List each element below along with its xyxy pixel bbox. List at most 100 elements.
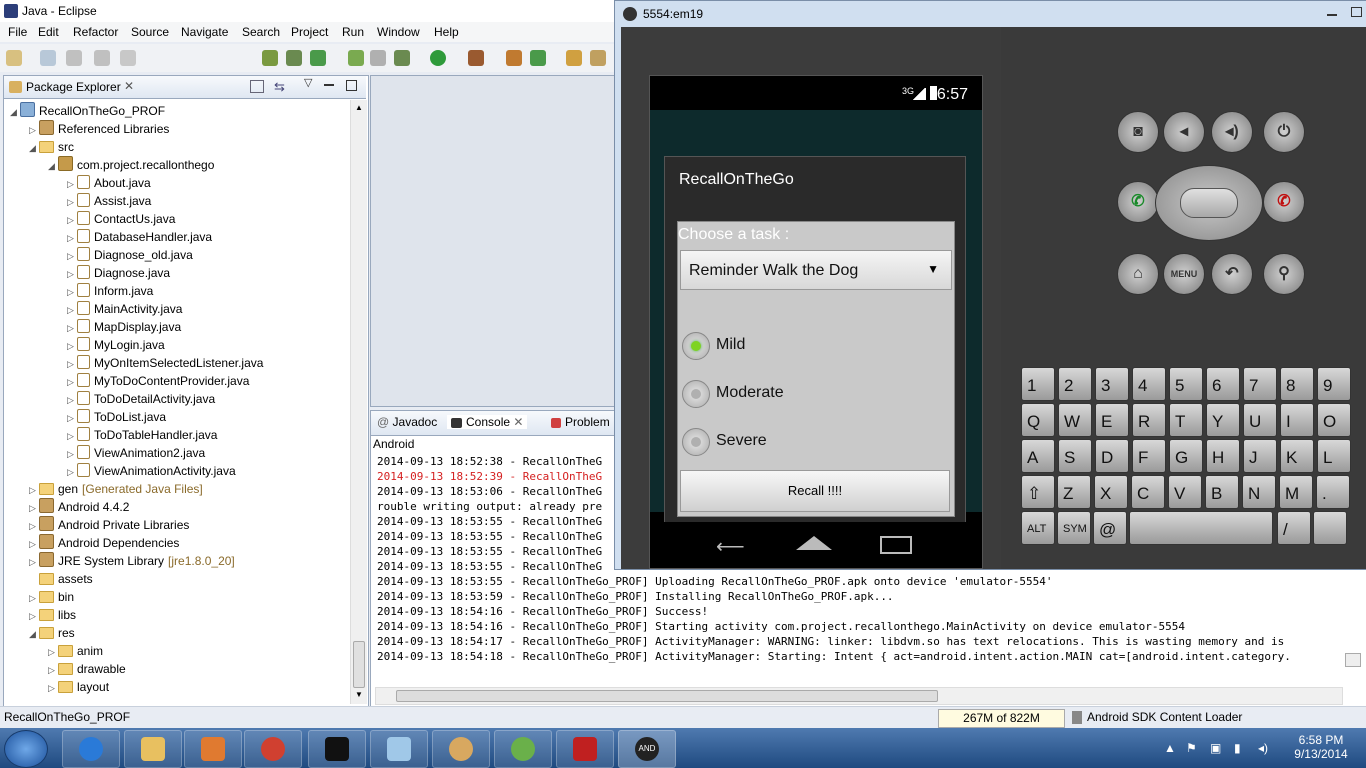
end-call-icon[interactable]: ✆ <box>1263 181 1305 223</box>
tree-twistie-icon[interactable]: ▷ <box>29 553 39 571</box>
task-filezilla[interactable] <box>556 730 614 768</box>
menu-source[interactable]: Source <box>131 25 169 39</box>
tree-item[interactable]: ▷ Android Private Libraries <box>29 516 189 534</box>
key-f[interactable]: F <box>1132 439 1166 473</box>
key-s[interactable]: S <box>1058 439 1092 473</box>
console-hscrollbar[interactable] <box>375 687 1343 705</box>
start-button[interactable] <box>4 730 48 768</box>
tree-twistie-icon[interactable]: ▷ <box>29 589 39 607</box>
tree-twistie-icon[interactable]: ▷ <box>29 607 39 625</box>
view-menu-icon[interactable]: ▽ <box>304 76 312 89</box>
menu-window[interactable]: Window <box>377 25 420 39</box>
tree-item[interactable]: ▷ gen [Generated Java Files] <box>29 480 203 498</box>
key-w[interactable]: W <box>1058 403 1092 437</box>
new-package-icon[interactable] <box>530 50 546 66</box>
back-hw-icon[interactable]: ↶ <box>1211 253 1253 295</box>
link-editor-icon[interactable]: ⇆ <box>274 79 285 95</box>
camera-icon[interactable]: ◙ <box>1117 111 1159 153</box>
dpad[interactable] <box>1155 165 1263 241</box>
heap-status[interactable]: 267M of 822M <box>938 709 1065 728</box>
new-icon[interactable] <box>6 50 22 66</box>
task-paint[interactable] <box>432 730 490 768</box>
tree-twistie-icon[interactable]: ▷ <box>67 319 77 337</box>
tree-item[interactable]: ▷ Diagnose.java <box>67 264 170 282</box>
tree-twistie-icon[interactable]: ▷ <box>29 499 39 517</box>
home-icon[interactable] <box>796 536 832 550</box>
tree-item[interactable]: ◢ RecallOnTheGo_PROF <box>10 102 165 120</box>
tree-scrollbar[interactable] <box>350 100 367 704</box>
key-space[interactable] <box>1129 511 1273 545</box>
tree-twistie-icon[interactable]: ▷ <box>67 427 77 445</box>
radio-button[interactable] <box>682 428 710 456</box>
tree-item[interactable]: ▷ ToDoTableHandler.java <box>67 426 217 444</box>
tree-item[interactable]: ▷ ViewAnimation2.java <box>67 444 205 462</box>
tray-clock[interactable]: 6:58 PM 9/13/2014 <box>1282 733 1360 761</box>
key-l[interactable]: L <box>1317 439 1351 473</box>
tree-twistie-icon[interactable]: ▷ <box>29 535 39 553</box>
search-hw-icon[interactable]: ⚲ <box>1263 253 1305 295</box>
menu-search[interactable]: Search <box>242 25 280 39</box>
volume-up-icon[interactable]: ◂) <box>1211 111 1253 153</box>
key-1[interactable]: 1 <box>1021 367 1055 401</box>
volume-down-icon[interactable]: ◂ <box>1163 111 1205 153</box>
task-ie[interactable] <box>62 730 120 768</box>
tree-item[interactable]: ▷ Diagnose_old.java <box>67 246 193 264</box>
tree-twistie-icon[interactable]: ◢ <box>29 139 39 157</box>
tree-item[interactable]: ▷ About.java <box>67 174 151 192</box>
tree-twistie-icon[interactable]: ▷ <box>48 679 58 697</box>
new-java-class-icon[interactable] <box>506 50 522 66</box>
lint-icon[interactable] <box>310 50 326 66</box>
key-a[interactable]: A <box>1021 439 1055 473</box>
tree-item[interactable]: ▷ ToDoDetailActivity.java <box>67 390 215 408</box>
open-type-icon[interactable] <box>566 50 582 66</box>
tree-item[interactable]: ▷ bin <box>29 588 74 606</box>
key-e[interactable]: E <box>1095 403 1129 437</box>
android-sdk-icon[interactable] <box>262 50 278 66</box>
tree-item[interactable]: assets <box>29 570 93 588</box>
package-explorer-tab[interactable]: Package Explorer ✕ ⇆ ▽ <box>4 76 366 99</box>
tree-twistie-icon[interactable]: ▷ <box>29 121 39 139</box>
key-x[interactable]: X <box>1094 475 1128 509</box>
tree-twistie-icon[interactable]: ◢ <box>10 103 20 121</box>
tree-twistie-icon[interactable]: ▷ <box>67 265 77 283</box>
tree-item[interactable]: ▷ Android Dependencies <box>29 534 179 552</box>
key-sym[interactable]: SYM <box>1057 511 1091 545</box>
tree-item[interactable]: ◢ src <box>29 138 74 156</box>
tree-item[interactable]: ▷ MyToDoContentProvider.java <box>67 372 249 390</box>
key-y[interactable]: Y <box>1206 403 1240 437</box>
tree-twistie-icon[interactable]: ▷ <box>67 301 77 319</box>
console-hscroll-thumb[interactable] <box>396 690 938 702</box>
tree-item[interactable]: ▷ MyLogin.java <box>67 336 165 354</box>
trash-icon[interactable] <box>1072 711 1082 724</box>
tree-twistie-icon[interactable]: ▷ <box>48 661 58 679</box>
tree-twistie-icon[interactable]: ▷ <box>67 175 77 193</box>
binary-icon[interactable] <box>120 50 136 66</box>
scroll-up-icon[interactable]: ▲ <box>355 103 363 112</box>
key-q[interactable]: Q <box>1021 403 1055 437</box>
key-d[interactable]: D <box>1095 439 1129 473</box>
scroll-down-icon[interactable]: ▼ <box>355 690 363 699</box>
search-tool-icon[interactable] <box>590 50 606 66</box>
key-o[interactable]: O <box>1317 403 1351 437</box>
close-icon[interactable]: ✕ <box>124 79 134 93</box>
menu-help[interactable]: Help <box>434 25 459 39</box>
key-5[interactable]: 5 <box>1169 367 1203 401</box>
tree-twistie-icon[interactable]: ▷ <box>29 481 39 499</box>
tree-twistie-icon[interactable]: ▷ <box>29 517 39 535</box>
key-comma[interactable] <box>1313 511 1347 545</box>
debug-icon[interactable] <box>394 50 410 66</box>
menu-navigate[interactable]: Navigate <box>181 25 228 39</box>
tree-item[interactable]: ▷ ContactUs.java <box>67 210 175 228</box>
key-8[interactable]: 8 <box>1280 367 1314 401</box>
dpad-center[interactable] <box>1180 188 1238 218</box>
tree-twistie-icon[interactable]: ▷ <box>67 283 77 301</box>
tray-device-icon[interactable]: ▣ <box>1210 741 1224 755</box>
key-n[interactable]: N <box>1242 475 1276 509</box>
tree-item[interactable]: ▷ anim <box>48 642 103 660</box>
tree-item[interactable]: ▷ Inform.java <box>67 282 153 300</box>
key-b[interactable]: B <box>1205 475 1239 509</box>
tab-problems[interactable]: Problem <box>551 415 610 429</box>
tree-twistie-icon[interactable]: ▷ <box>67 445 77 463</box>
key-period[interactable]: . <box>1316 475 1350 509</box>
tree-item[interactable]: ▷ Android 4.4.2 <box>29 498 129 516</box>
